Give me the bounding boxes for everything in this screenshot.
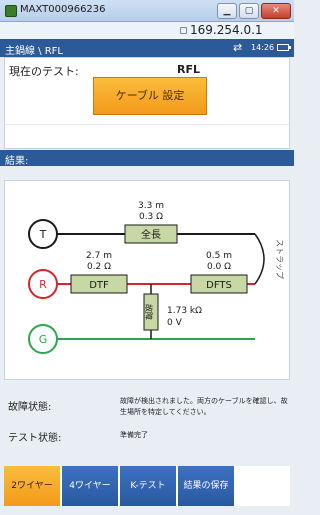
sync-icon: ⇄ xyxy=(233,41,243,54)
tab-4-wire[interactable]: 4ワイヤー xyxy=(62,466,118,506)
test-status-label: テスト状態: xyxy=(8,433,62,444)
results-header: 結果: xyxy=(0,150,294,167)
node-g-label: G xyxy=(39,333,48,346)
dtf-resistance: 0.2 Ω xyxy=(87,262,111,272)
cable-settings-button[interactable]: ケーブル 設定 xyxy=(93,77,207,115)
strap-label: ストラップ xyxy=(275,239,284,279)
window-title-bar: MAXT000966236 ▁ ▢ ✕ xyxy=(0,0,294,22)
leak-voltage: 0 V xyxy=(167,318,183,328)
leak-resistance: 1.73 kΩ xyxy=(167,306,202,316)
minimize-button[interactable]: ▁ xyxy=(217,3,237,19)
tab-k-test[interactable]: K-テスト xyxy=(120,466,176,506)
address-bar: 169.254.0.1 xyxy=(0,22,294,39)
breadcrumb: 主鍋線 \ RFL xyxy=(5,46,63,57)
node-t-label: T xyxy=(39,228,47,241)
full-length-resistance: 0.3 Ω xyxy=(139,212,163,222)
test-status-text: 準備完了 xyxy=(120,431,148,439)
maximize-button[interactable]: ▢ xyxy=(239,3,259,19)
battery-icon xyxy=(277,44,291,51)
tab-2-wire[interactable]: 2ワイヤー xyxy=(4,466,60,506)
dfts-resistance: 0.0 Ω xyxy=(207,262,231,272)
close-button[interactable]: ✕ xyxy=(261,3,291,19)
divider xyxy=(5,124,289,125)
dtf-label: DTF xyxy=(89,280,109,291)
clock: 14:26 xyxy=(251,43,275,52)
node-r-label: R xyxy=(39,278,47,291)
fault-status-line-2: 生場所を特定してください。 xyxy=(120,408,211,416)
strap-bracket xyxy=(254,233,265,285)
full-length-distance: 3.3 m xyxy=(138,201,164,211)
fault-status-line-1: 故障が検出されました。両方のケーブルを確認し、故 xyxy=(120,397,288,405)
fault-status-text: 故障が検出されました。両方のケーブルを確認し、故 生場所を特定してください。 xyxy=(120,396,290,418)
fault-status-label: 故障状態: xyxy=(8,402,52,413)
tab-save-results[interactable]: 結果の保存 xyxy=(178,466,234,506)
lock-icon xyxy=(180,27,187,34)
device-ip: 169.254.0.1 xyxy=(190,23,263,37)
dfts-label: DFTS xyxy=(206,280,232,291)
app-icon xyxy=(5,5,17,17)
dtf-distance: 2.7 m xyxy=(86,251,112,261)
current-test-label: 現在のテスト: xyxy=(9,65,79,78)
current-test-value: RFL xyxy=(177,63,200,76)
window-title: MAXT000966236 xyxy=(20,4,106,15)
current-test-panel: 現在のテスト: RFL ケーブル 設定 xyxy=(4,57,290,149)
bottom-tab-bar: 2ワイヤー 4ワイヤー K-テスト 結果の保存 xyxy=(4,466,290,506)
app-header: 主鍋線 \ RFL ⇄ 14:26 xyxy=(0,39,294,57)
full-length-label: 全長 xyxy=(141,228,161,241)
dfts-distance: 0.5 m xyxy=(206,251,232,261)
fault-diagram: T R G 全長 3.3 m 0.3 Ω DTF 2.7 m 0.2 Ω DFT… xyxy=(4,180,290,380)
leak-label: 故障 xyxy=(144,304,154,320)
